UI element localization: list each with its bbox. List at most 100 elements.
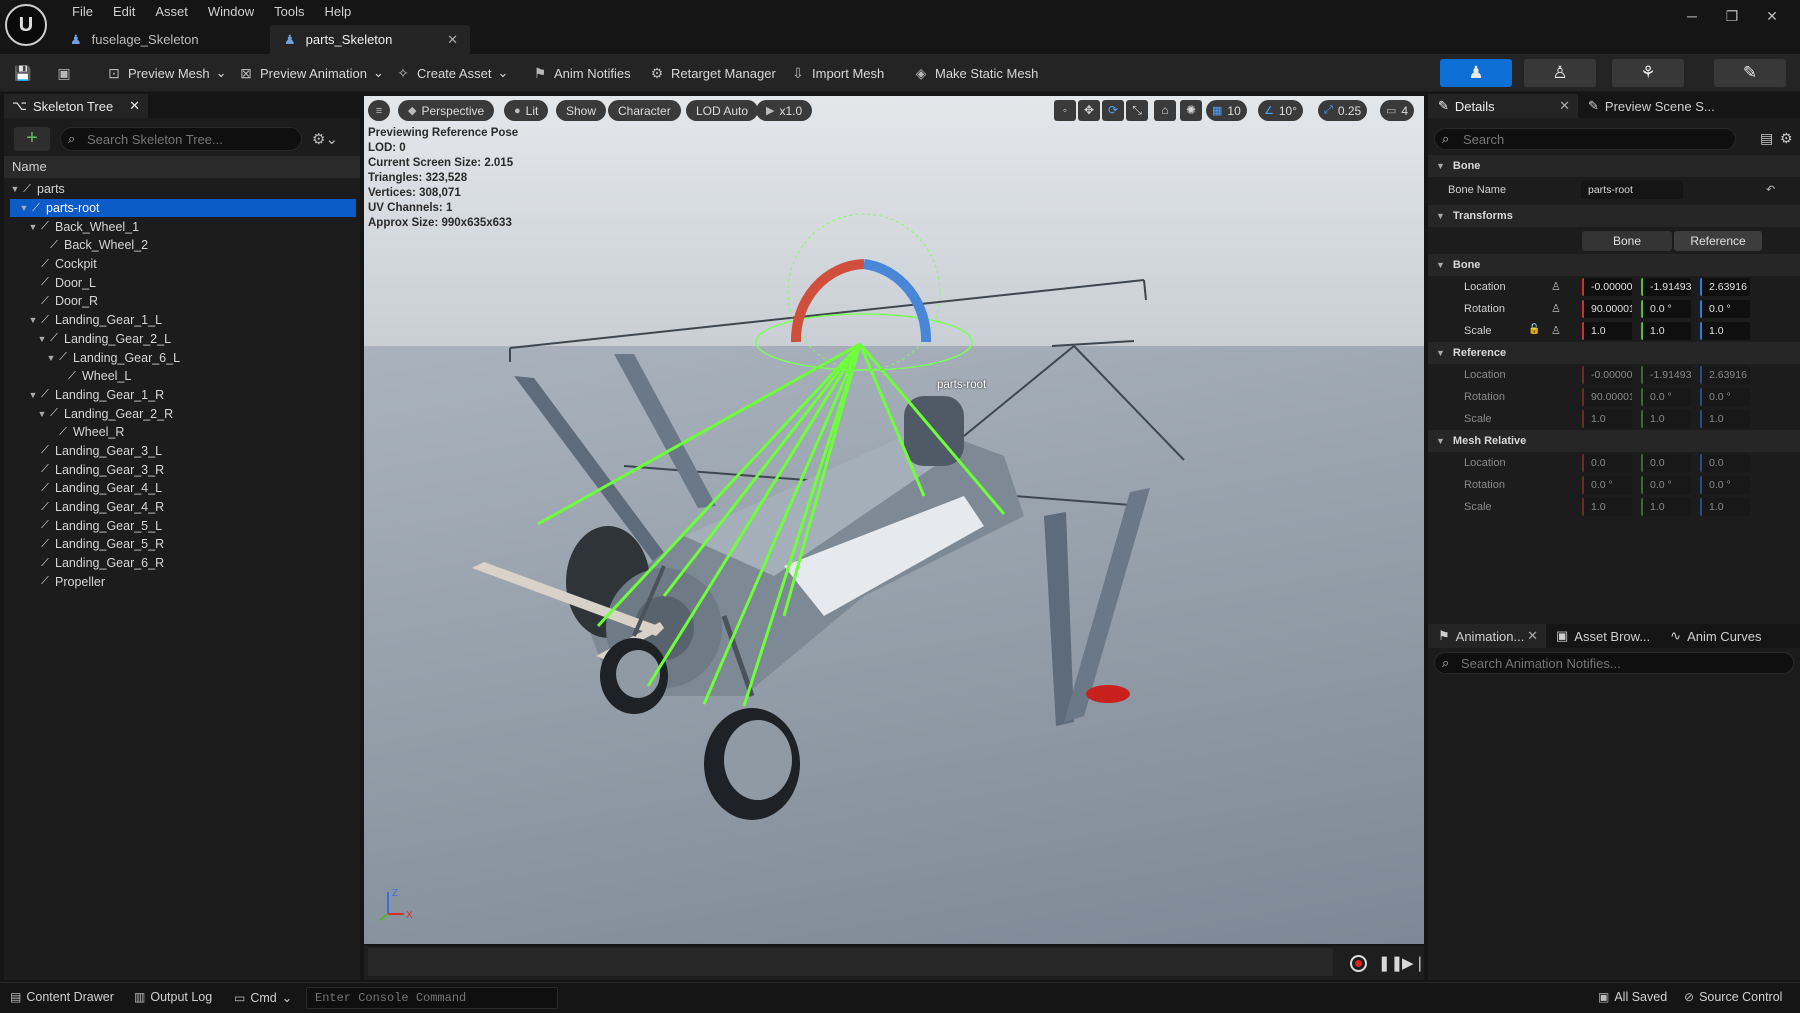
undo-icon[interactable]: ↶ (1766, 183, 1775, 196)
animation-mode-button[interactable]: ⚘ (1612, 59, 1684, 87)
chevron-down-icon[interactable]: ▼ (28, 222, 38, 232)
skeleton-mode-button[interactable]: ♟ (1440, 59, 1512, 87)
close-icon[interactable]: ✕ (129, 98, 140, 114)
bone-row[interactable]: ▼ ⟋ Back_Wheel_1 (4, 217, 360, 236)
rotation-z-field[interactable]: 0.0 ° (1700, 476, 1750, 494)
close-icon[interactable]: ✕ (1527, 628, 1538, 644)
location-z-field[interactable]: 2.63916 (1700, 366, 1750, 384)
scale-y-field[interactable]: 1.0 (1641, 498, 1691, 516)
bone-row[interactable]: ⟋ Landing_Gear_6_R (4, 554, 360, 573)
close-icon[interactable]: ✕ (1752, 4, 1792, 28)
rotation-y-field[interactable]: 0.0 ° (1641, 476, 1691, 494)
cmd-button[interactable]: ▭ Cmd ⌄ (234, 990, 292, 1006)
menu-window[interactable]: Window (198, 2, 264, 22)
rotation-y-field[interactable]: 0.0 ° (1641, 388, 1691, 406)
content-drawer-button[interactable]: ▤ Content Drawer (10, 990, 114, 1004)
space-toggle-icon[interactable]: ♙ (1551, 324, 1561, 337)
scale-x-field[interactable]: 1.0 (1582, 322, 1632, 340)
details-search-input[interactable] (1434, 128, 1736, 150)
bone-row[interactable]: ▼ ⟋ Landing_Gear_6_L (4, 348, 360, 367)
view-mode-button[interactable]: ◆ Perspective (398, 100, 495, 121)
show-button[interactable]: Show (556, 100, 607, 121)
lighting-mode-button[interactable]: ● Lit (504, 100, 549, 121)
all-saved-button[interactable]: ▣ All Saved (1598, 990, 1667, 1004)
rotation-x-field[interactable]: 90.00001 (1582, 300, 1632, 318)
import-mesh-button[interactable]: ⇩ Import Mesh (790, 61, 884, 85)
timeline-track[interactable] (368, 948, 1333, 976)
table-view-icon[interactable]: ▤ (1760, 130, 1773, 147)
source-control-button[interactable]: ⊘ Source Control (1684, 990, 1782, 1004)
space-toggle-icon[interactable]: ♙ (1551, 280, 1561, 293)
rotation-z-field[interactable]: 0.0 ° (1700, 388, 1750, 406)
rotation-x-field[interactable]: 0.0 ° (1582, 476, 1632, 494)
tab-parts-skeleton[interactable]: ♟ parts_Skeleton ✕ (270, 25, 470, 54)
close-icon[interactable]: ✕ (1559, 98, 1570, 114)
bone-row[interactable]: ▼ ⟋ Landing_Gear_1_L (4, 311, 360, 330)
bone-row[interactable]: ⟋ Wheel_R (4, 423, 360, 442)
scale-x-field[interactable]: 1.0 (1582, 410, 1632, 428)
add-button[interactable]: + (14, 127, 50, 151)
bone-name-field[interactable]: parts-root (1581, 181, 1683, 199)
bone-row[interactable]: ▼ ⟋ parts (4, 180, 360, 199)
menu-file[interactable]: File (62, 2, 103, 22)
chevron-down-icon[interactable]: ▼ (28, 315, 38, 325)
retarget-manager-button[interactable]: ⚙ Retarget Manager (649, 61, 776, 85)
tab-details[interactable]: ✎ Details ✕ (1428, 94, 1578, 118)
tab-skeleton-tree[interactable]: ⌥ Skeleton Tree ✕ (4, 94, 148, 118)
bone-row[interactable]: ▼ ⟋ Landing_Gear_1_R (4, 386, 360, 405)
scale-x-field[interactable]: 1.0 (1582, 498, 1632, 516)
section-mesh-relative[interactable]: ▼ Mesh Relative (1428, 430, 1800, 452)
reference-mode-button[interactable]: Reference (1674, 231, 1762, 251)
bone-row[interactable]: ⟋ Landing_Gear_4_L (4, 479, 360, 498)
rotation-z-field[interactable]: 0.0 ° (1700, 300, 1750, 318)
surface-snap-button[interactable]: ✺ (1180, 100, 1202, 121)
step-forward-button[interactable]: ▶❘ (1402, 954, 1426, 972)
save-button[interactable]: 💾 (14, 61, 31, 85)
rotation-gizmo-z-arc[interactable] (863, 259, 932, 343)
location-x-field[interactable]: 0.0 (1582, 454, 1632, 472)
menu-edit[interactable]: Edit (103, 2, 145, 22)
anim-notifies-button[interactable]: ⚑ Anim Notifies (532, 61, 631, 85)
bone-row[interactable]: ⟋ Landing_Gear_3_R (4, 460, 360, 479)
lock-icon[interactable]: 🔓 (1528, 324, 1540, 335)
pause-button[interactable]: ❚❚ (1378, 954, 1403, 972)
unreal-logo-icon[interactable]: U (5, 4, 47, 46)
chevron-down-icon[interactable]: ▼ (37, 334, 47, 344)
preview-mesh-button[interactable]: ⊡ Preview Mesh ⌄ (106, 61, 226, 85)
bone-row[interactable]: ⟋ Landing_Gear_4_R (4, 498, 360, 517)
record-button[interactable] (1350, 955, 1367, 972)
character-button[interactable]: Character (608, 100, 681, 121)
select-mode-button[interactable]: ◦ (1054, 100, 1076, 121)
bone-row[interactable]: ▼ ⟋ Landing_Gear_2_L (4, 330, 360, 349)
tab-asset-browser[interactable]: ▣ Asset Brow... (1546, 624, 1660, 648)
bone-row[interactable]: ⟋ Door_L (4, 273, 360, 292)
grid-snap-button[interactable]: ▦ 10 (1206, 100, 1247, 121)
gear-icon[interactable]: ⚙ (1780, 130, 1793, 147)
bone-row[interactable]: ⟋ Landing_Gear_3_L (4, 442, 360, 461)
location-y-field[interactable]: -1.91493 (1641, 366, 1691, 384)
section-bone[interactable]: ▼ Bone (1428, 155, 1800, 177)
menu-asset[interactable]: Asset (145, 2, 198, 22)
menu-tools[interactable]: Tools (264, 2, 314, 22)
bone-row[interactable]: ▼ ⟋ parts-root (10, 198, 356, 218)
rotation-snap-button[interactable]: ∠ 10° (1258, 100, 1304, 121)
location-y-field[interactable]: -1.91493 (1641, 278, 1691, 296)
section-transforms[interactable]: ▼ Transforms (1428, 205, 1800, 227)
tab-fuselage-skeleton[interactable]: ♟ fuselage_Skeleton (56, 25, 266, 54)
minimize-icon[interactable]: ─ (1672, 4, 1712, 28)
scale-snap-button[interactable]: ⤢ 0.25 (1318, 100, 1368, 121)
make-static-mesh-button[interactable]: ◈ Make Static Mesh (913, 61, 1039, 85)
space-toggle-icon[interactable]: ♙ (1551, 302, 1561, 315)
console-command-input[interactable] (306, 987, 558, 1009)
chevron-down-icon[interactable]: ▼ (28, 390, 38, 400)
physics-mode-button[interactable]: ✎ (1714, 59, 1786, 87)
close-icon[interactable]: ✕ (447, 32, 458, 48)
gear-icon[interactable]: ⚙⌄ (312, 130, 338, 148)
browse-button[interactable]: ▣ (56, 61, 72, 85)
rotation-x-field[interactable]: 90.00001 (1582, 388, 1632, 406)
chevron-down-icon[interactable]: ▼ (10, 184, 20, 194)
bone-row[interactable]: ⟋ Propeller (4, 572, 360, 591)
bone-row[interactable]: ▼ ⟋ Landing_Gear_2_R (4, 404, 360, 423)
location-z-field[interactable]: 2.63916 (1700, 278, 1750, 296)
notifies-search-input[interactable] (1434, 652, 1794, 674)
